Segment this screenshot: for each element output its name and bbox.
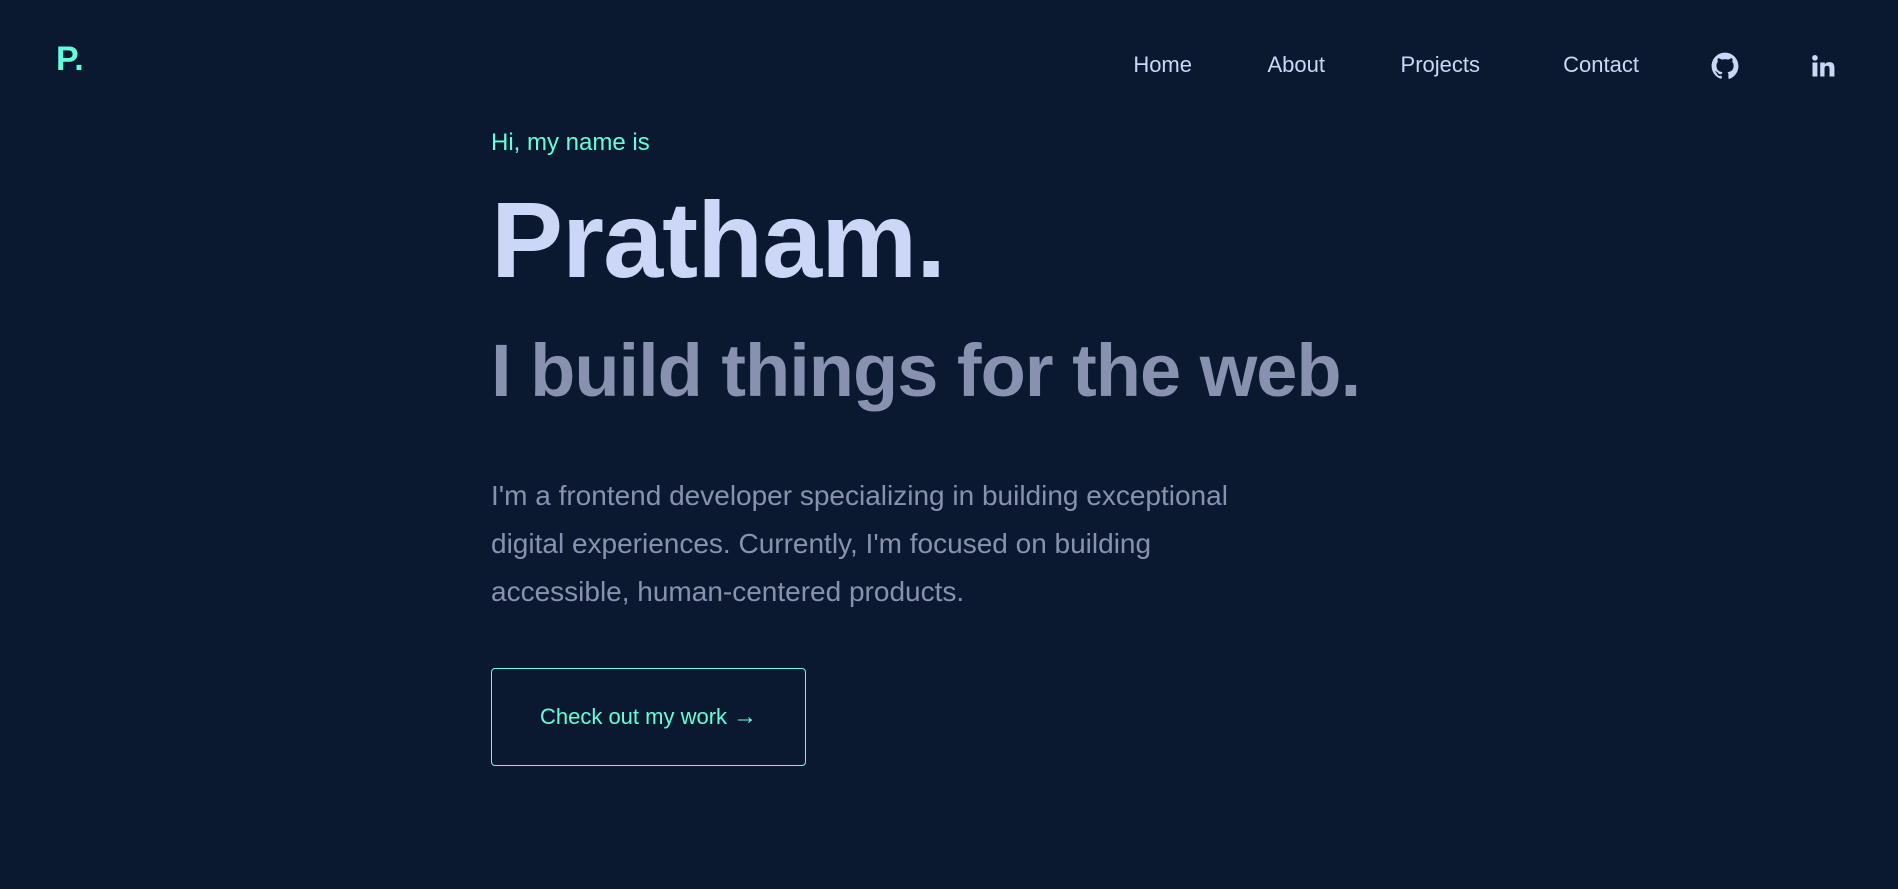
- hero-section: Hi, my name is Pratham. I build things f…: [491, 126, 1491, 766]
- cta-label: Check out my work: [539, 704, 728, 729]
- logo[interactable]: P.: [56, 42, 84, 76]
- hero-description: I'm a frontend developer specializing in…: [491, 480, 1228, 607]
- nav-link-projects[interactable]: Projects: [1401, 48, 1480, 82]
- hero-name: Pratham.: [491, 179, 946, 300]
- check-out-work-button[interactable]: Check out my work →: [491, 668, 806, 766]
- nav-link-about[interactable]: About: [1268, 48, 1326, 82]
- hero-tagline: I build things for the web.: [491, 329, 1361, 412]
- nav-link-home[interactable]: Home: [1133, 48, 1192, 82]
- site-header: P. Home About Projects Contact: [0, 0, 1898, 130]
- page: P. Home About Projects Contact Hi, my na…: [0, 0, 1898, 889]
- linkedin-icon[interactable]: [1809, 52, 1837, 80]
- nav-link-contact[interactable]: Contact: [1563, 48, 1639, 82]
- github-icon[interactable]: [1711, 52, 1739, 80]
- greeting: Hi, my name is: [491, 129, 650, 156]
- arrow-right-icon: →: [733, 703, 758, 730]
